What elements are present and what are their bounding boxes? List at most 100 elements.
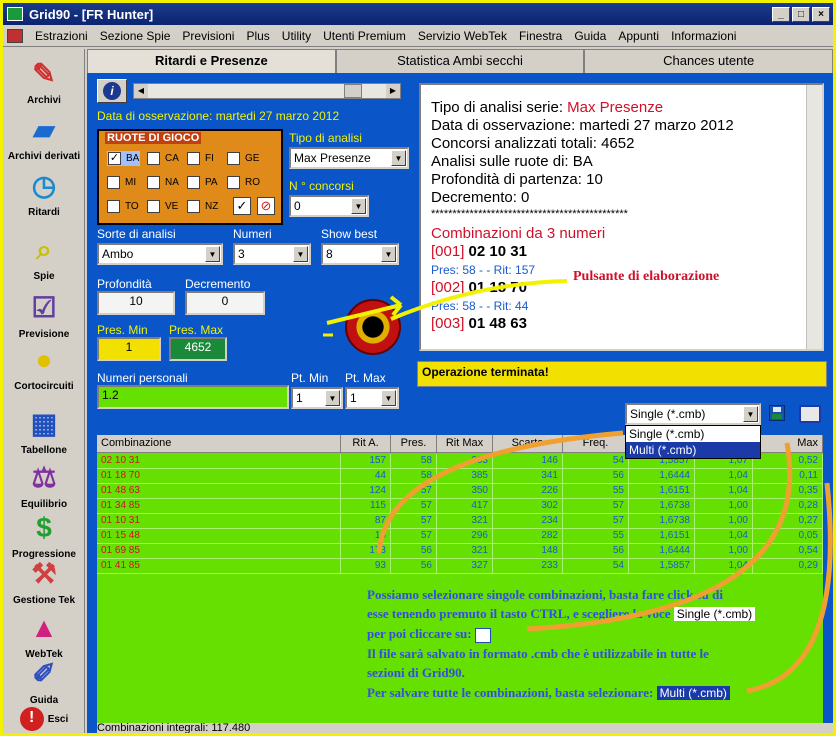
mdi-icon[interactable] [7, 28, 23, 43]
sidebar-item-webtek[interactable]: ▲ WebTek [3, 609, 85, 660]
col-max[interactable]: Max [753, 435, 823, 452]
sidebar-item-guida[interactable]: ✐ Guida [3, 655, 85, 706]
col-rit-max[interactable]: Rit Max [437, 435, 493, 452]
scroll-right-icon[interactable]: ▶ [386, 84, 400, 98]
output-scrollbar[interactable] [806, 85, 822, 349]
ruota-ge[interactable]: GE [227, 152, 259, 165]
presmax-label: Pres. Max [169, 323, 224, 337]
col-rit-a[interactable]: Rit A. [341, 435, 391, 452]
decremento-input[interactable]: 0 [185, 291, 265, 315]
ruota-na[interactable]: NA [147, 176, 179, 189]
table-cell: 327 [437, 559, 493, 573]
ruota-ro[interactable]: RO [227, 176, 260, 189]
table-row[interactable]: 01 15 48 16 57 296 282 55 1,6151 1,04 0,05 [97, 529, 823, 544]
close-icon[interactable]: × [812, 6, 830, 22]
menu-estrazioni[interactable]: Estrazioni [29, 29, 94, 43]
menu-previsioni[interactable]: Previsioni [176, 29, 240, 43]
elaborate-button[interactable] [345, 299, 401, 355]
option-single[interactable]: Single (*.cmb) [626, 426, 760, 442]
scroll-thumb[interactable] [344, 84, 362, 98]
sidebar-item-cortocircuiti[interactable]: ● Cortocircuiti [3, 341, 85, 392]
ruota-mi-check[interactable] [107, 176, 120, 189]
ruota-na-check[interactable] [147, 176, 160, 189]
ruota-pa-check[interactable] [187, 176, 200, 189]
ruota-ge-check[interactable] [227, 152, 240, 165]
ruota-ca[interactable]: CA [147, 152, 179, 165]
select-all-button[interactable]: ✓ [233, 197, 251, 215]
ruota-to[interactable]: TO [107, 200, 139, 213]
ruota-ba-check[interactable]: ✓ [108, 152, 121, 165]
col-combinazione[interactable]: Combinazione [97, 435, 341, 452]
table-row[interactable]: 01 34 85 115 57 417 302 57 1,6738 1,00 0,28 [97, 499, 823, 514]
sidebar-item-equilibrio[interactable]: ⚖ Equilibrio [3, 459, 85, 510]
tools-icon: ⚒ [31, 558, 57, 589]
ruota-nz-check[interactable] [187, 200, 200, 213]
info-button[interactable]: i [97, 79, 127, 103]
date-scrollbar[interactable]: ◀ ▶ [133, 83, 401, 99]
sidebar-item-tabellone[interactable]: ▦ Tabellone [3, 405, 85, 456]
ruota-ro-check[interactable] [227, 176, 240, 189]
table-row[interactable]: 01 10 31 87 57 321 234 57 1,6738 1,00 0,27 [97, 514, 823, 529]
sidebar-item-previsione[interactable]: ☑ Previsione [3, 289, 85, 340]
presmax-input[interactable]: 4652 [169, 337, 227, 361]
menu-appunti[interactable]: Appunti [612, 29, 665, 43]
clear-all-button[interactable]: ⊘ [257, 197, 275, 215]
option-multi[interactable]: Multi (*.cmb) [626, 442, 760, 458]
menu-sezione-spie[interactable]: Sezione Spie [94, 29, 177, 43]
table-cell: 0,28 [753, 499, 823, 513]
col-pres[interactable]: Pres. [391, 435, 437, 452]
sidebar-item-archivi-derivati[interactable]: ▰ Archivi derivati [3, 111, 85, 162]
table-row[interactable]: 01 48 63 124 57 350 226 55 1,6151 1,04 0,35 [97, 484, 823, 499]
ruota-nz-label: NZ [205, 201, 219, 212]
profondita-input[interactable]: 10 [97, 291, 175, 315]
menu-plus[interactable]: Plus [240, 29, 275, 43]
ruota-to-check[interactable] [107, 200, 120, 213]
ruota-fi[interactable]: FI [187, 152, 214, 165]
ruota-mi[interactable]: MI [107, 176, 136, 189]
ruota-ca-check[interactable] [147, 152, 160, 165]
tab-statistica-ambi[interactable]: Statistica Ambi secchi [335, 49, 585, 73]
col-scarto[interactable]: Scarto [493, 435, 563, 452]
ruota-pa[interactable]: PA [187, 176, 218, 189]
sidebar-item-archivi[interactable]: ✎ Archivi [3, 55, 85, 106]
sidebar-item-ritardi[interactable]: ◷ Ritardi [3, 167, 85, 218]
ruota-ve[interactable]: VE [147, 200, 178, 213]
maximize-icon[interactable]: □ [792, 6, 810, 22]
menu-guida[interactable]: Guida [568, 29, 612, 43]
ruota-fi-check[interactable] [187, 152, 200, 165]
menu-finestra[interactable]: Finestra [513, 29, 568, 43]
print-button[interactable] [799, 403, 823, 425]
menu-servizio-webtek[interactable]: Servizio WebTek [412, 29, 513, 43]
col-freq[interactable]: Freq. [563, 435, 629, 452]
ruota-nz[interactable]: NZ [187, 200, 218, 213]
table-row[interactable]: 01 41 85 93 56 327 233 54 1,5857 1,04 0,29 [97, 559, 823, 574]
sidebar-item-gestione-tek[interactable]: ⚒ Gestione Tek [3, 555, 85, 606]
analysis-output: Tipo di analisi serie: Max Presenze Data… [419, 83, 824, 351]
sidebar-item-esci[interactable]: ! Esci [3, 707, 85, 731]
save-button[interactable] [769, 405, 787, 423]
minimize-icon[interactable]: _ [772, 6, 790, 22]
show-select[interactable]: 8 ▼ [321, 243, 399, 265]
personali-input[interactable]: 1.2 [97, 385, 289, 409]
export-select[interactable]: Single (*.cmb) ▼ [625, 403, 761, 425]
sorte-select[interactable]: Ambo ▼ [97, 243, 223, 265]
menu-utility[interactable]: Utility [276, 29, 317, 43]
ptmax-select[interactable]: 1 ▼ [345, 387, 399, 409]
sidebar-item-spie[interactable]: ⌕ Spie [3, 231, 85, 282]
concorsi-select[interactable]: 0 ▼ [289, 195, 369, 217]
ptmin-select[interactable]: 1 ▼ [291, 387, 343, 409]
tipo-select[interactable]: Max Presenze ▼ [289, 147, 409, 169]
ruota-ve-check[interactable] [147, 200, 160, 213]
table-row[interactable]: 01 69 85 173 56 321 148 56 1,6444 1,00 0,54 [97, 544, 823, 559]
scroll-left-icon[interactable]: ◀ [134, 84, 148, 98]
presmin-input[interactable]: 1 [97, 337, 161, 361]
numeri-select[interactable]: 3 ▼ [233, 243, 311, 265]
tab-ritardi-presenze[interactable]: Ritardi e Presenze [87, 49, 336, 73]
table-row[interactable]: 01 18 70 44 58 385 341 56 1,6444 1,04 0,11 [97, 469, 823, 484]
table-cell: 282 [493, 529, 563, 543]
menu-utenti-premium[interactable]: Utenti Premium [317, 29, 412, 43]
tab-chances-utente[interactable]: Chances utente [584, 49, 833, 73]
sidebar-item-progressione[interactable]: $ Progressione [3, 509, 85, 560]
ruota-ba[interactable]: ✓ BA [107, 151, 141, 166]
menu-informazioni[interactable]: Informazioni [665, 29, 742, 43]
